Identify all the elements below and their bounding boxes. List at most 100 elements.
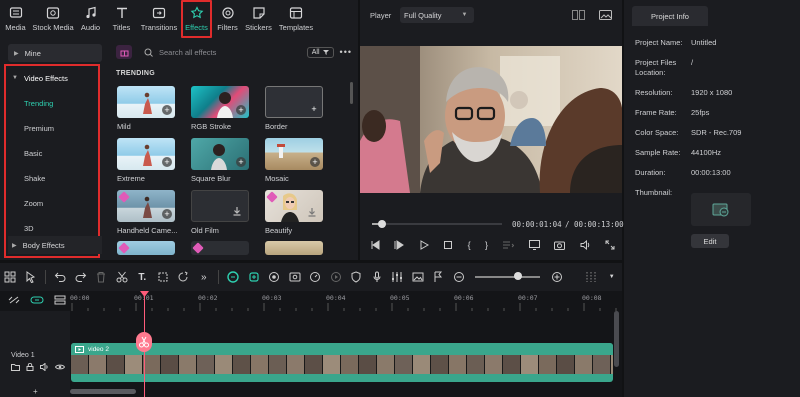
- select-arrow-icon[interactable]: [21, 263, 42, 291]
- effect-thumb-handheld-camera[interactable]: +: [117, 190, 175, 222]
- video-preview[interactable]: [360, 46, 622, 193]
- folder-icon[interactable]: [11, 363, 20, 371]
- compare-view-icon[interactable]: [572, 10, 585, 20]
- add-effect-icon[interactable]: +: [162, 105, 172, 115]
- mark-in-icon[interactable]: {: [468, 240, 471, 250]
- lock-icon[interactable]: [26, 363, 34, 371]
- effect-thumb-rgb-stroke[interactable]: +: [191, 86, 249, 118]
- add-effect-icon[interactable]: +: [162, 209, 172, 219]
- playhead-split-handle[interactable]: [136, 332, 152, 352]
- timeline-zoom-slider[interactable]: [475, 272, 541, 280]
- tool-filters[interactable]: Filters: [212, 0, 243, 38]
- effect-thumb-partial[interactable]: [191, 241, 249, 255]
- add-effect-icon[interactable]: +: [236, 157, 246, 167]
- effect-thumb-border[interactable]: +: [265, 86, 323, 118]
- crop-icon[interactable]: [153, 263, 174, 291]
- microphone-icon[interactable]: [367, 263, 388, 291]
- zoom-out-icon[interactable]: [449, 263, 470, 291]
- magnet-snap-icon[interactable]: [30, 295, 44, 305]
- camera-snapshot-icon[interactable]: [554, 240, 566, 250]
- ai-assist-icon[interactable]: [223, 263, 244, 291]
- tool-stock-media[interactable]: Stock Media: [31, 0, 75, 38]
- more-tools-icon[interactable]: »: [194, 263, 215, 291]
- add-effect-icon[interactable]: +: [162, 157, 172, 167]
- zoom-handle[interactable]: [514, 272, 523, 280]
- filter-dropdown[interactable]: All: [306, 46, 334, 58]
- gift-button[interactable]: [116, 45, 132, 59]
- undo-icon[interactable]: [50, 263, 71, 291]
- snapshot-image-icon[interactable]: [599, 10, 612, 20]
- delete-icon[interactable]: [91, 263, 112, 291]
- render-list-icon[interactable]: [502, 240, 515, 250]
- category-mine[interactable]: ▶ Mine: [8, 44, 102, 62]
- subcategory-basic[interactable]: Basic: [24, 149, 42, 158]
- audio-mix-icon[interactable]: [387, 263, 408, 291]
- tool-templates[interactable]: Templates: [274, 0, 318, 38]
- effect-thumb-mild[interactable]: +: [117, 86, 175, 118]
- effect-thumb-partial[interactable]: [117, 241, 175, 255]
- add-effect-icon[interactable]: +: [309, 104, 319, 114]
- volume-icon[interactable]: [580, 240, 591, 250]
- add-effect-icon[interactable]: +: [310, 157, 320, 167]
- tab-project-info[interactable]: Project Info: [632, 6, 708, 26]
- auto-ripple-icon[interactable]: [54, 295, 66, 305]
- timeline-ruler[interactable]: 00:00 00:01 00:02 00:03 00:04 00:05 00:0…: [70, 291, 622, 311]
- chevron-down-icon[interactable]: ▼: [602, 263, 623, 291]
- quality-dropdown[interactable]: Full Quality ▼: [400, 7, 474, 23]
- screen-record-icon[interactable]: [285, 263, 306, 291]
- thumbnail-preview[interactable]: [691, 193, 751, 226]
- color-match-icon[interactable]: [264, 263, 285, 291]
- effect-thumb-partial[interactable]: [265, 241, 323, 255]
- timeline-area[interactable]: 00:00 00:01 00:02 00:03 00:04 00:05 00:0…: [0, 291, 622, 397]
- effect-thumb-beautify[interactable]: [265, 190, 323, 222]
- cut-scissors-icon[interactable]: [112, 263, 133, 291]
- track-layout-icon[interactable]: [581, 263, 602, 291]
- tool-titles[interactable]: Titles: [106, 0, 137, 38]
- effects-scrollbar[interactable]: [350, 82, 353, 104]
- subcategory-3d[interactable]: 3D: [24, 224, 34, 233]
- effect-thumb-mosaic[interactable]: +: [265, 138, 323, 170]
- timeline-horizontal-scrollbar[interactable]: [70, 389, 136, 394]
- player-seek-bar[interactable]: [372, 220, 502, 228]
- text-tool-icon[interactable]: T.: [132, 263, 153, 291]
- edit-thumbnail-button[interactable]: Edit: [691, 234, 729, 248]
- tool-stickers[interactable]: Stickers: [243, 0, 274, 38]
- volume-icon[interactable]: [40, 363, 49, 371]
- tool-effects[interactable]: Effects: [181, 0, 212, 38]
- subcategory-trending[interactable]: Trending: [24, 99, 53, 108]
- shield-mask-icon[interactable]: [346, 263, 367, 291]
- play-frame-icon[interactable]: [394, 240, 405, 250]
- subcategory-premium[interactable]: Premium: [24, 124, 54, 133]
- image-snapshot-icon[interactable]: [408, 263, 429, 291]
- redo-icon[interactable]: [70, 263, 91, 291]
- display-icon[interactable]: [528, 240, 540, 250]
- eye-visibility-icon[interactable]: [55, 363, 65, 371]
- link-tracks-icon[interactable]: [8, 295, 20, 305]
- add-track-icon[interactable]: +: [33, 387, 38, 396]
- search-input[interactable]: Search all effects: [159, 48, 307, 57]
- seek-handle[interactable]: [378, 220, 387, 228]
- subcategory-shake[interactable]: Shake: [24, 174, 45, 183]
- effect-thumb-old-film[interactable]: [191, 190, 249, 222]
- add-effect-icon[interactable]: +: [236, 105, 246, 115]
- layout-grid-icon[interactable]: [0, 263, 21, 291]
- play-icon[interactable]: [419, 240, 429, 250]
- subcategory-zoom[interactable]: Zoom: [24, 199, 43, 208]
- speed-icon[interactable]: [305, 263, 326, 291]
- auto-enhance-icon[interactable]: [244, 263, 265, 291]
- marker-icon[interactable]: [428, 263, 449, 291]
- tool-audio[interactable]: Audio: [75, 0, 106, 38]
- category-body-effects[interactable]: ▶ Body Effects: [8, 236, 102, 254]
- tool-transitions[interactable]: Transitions: [137, 0, 181, 38]
- rotate-icon[interactable]: [173, 263, 194, 291]
- mark-out-icon[interactable]: }: [485, 240, 488, 250]
- effect-thumb-square-blur[interactable]: +: [191, 138, 249, 170]
- tool-media[interactable]: Media: [0, 0, 31, 38]
- category-video-effects[interactable]: ▼ Video Effects: [8, 69, 102, 87]
- zoom-in-icon[interactable]: [546, 263, 567, 291]
- more-options-icon[interactable]: •••: [340, 47, 352, 57]
- play-circle-icon[interactable]: [326, 263, 347, 291]
- fullscreen-icon[interactable]: [605, 240, 615, 250]
- stop-icon[interactable]: [443, 240, 453, 250]
- timeline-video-clip[interactable]: video 2: [71, 343, 613, 382]
